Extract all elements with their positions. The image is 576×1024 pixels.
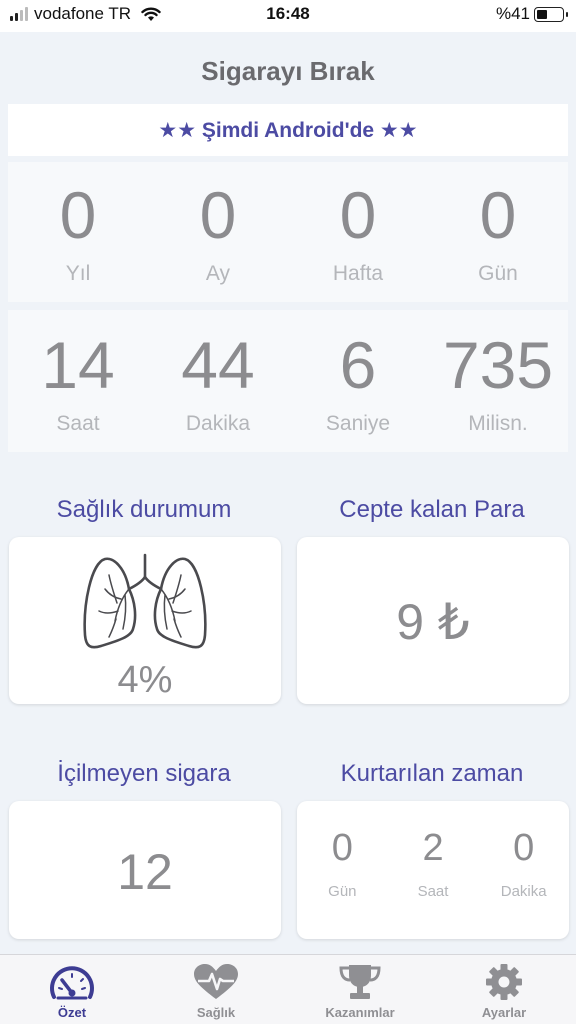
- counter-years: 0 Yıl: [8, 162, 148, 302]
- tab-bar: Özet Sağlık Kazanımlar Ayarlar: [0, 954, 576, 1024]
- counter-label: Ay: [205, 262, 231, 285]
- money-title: Cepte kalan Para: [339, 496, 525, 523]
- counter-label: Yıl: [65, 262, 91, 285]
- health-percent: 4%: [117, 659, 173, 701]
- counter-value: 0: [339, 178, 377, 252]
- counter-label: Hafta: [332, 262, 384, 285]
- trophy-icon: [339, 965, 381, 999]
- tab-label: Sağlık: [196, 1005, 236, 1020]
- saved-value: 0: [513, 827, 535, 869]
- saved-label: Dakika: [500, 883, 547, 900]
- saved-time-title: Kurtarılan zaman: [340, 760, 524, 787]
- saved-time-card[interactable]: 0 Gün 2 Saat 0 Dakika: [297, 801, 569, 939]
- battery-percent: %41: [495, 4, 530, 23]
- battery-icon: [534, 6, 568, 22]
- cigarettes-title: İçilmeyen sigara: [57, 760, 231, 787]
- counter-label: Saniye: [325, 412, 391, 435]
- counter-label: Saat: [56, 412, 100, 435]
- saved-minutes: 0 Dakika: [478, 829, 569, 900]
- heart-pulse-icon: [194, 964, 238, 999]
- speedometer-icon: [50, 966, 94, 1000]
- counter-days: 0 Gün: [428, 162, 568, 302]
- counter-value: 44: [181, 328, 255, 402]
- counter-value: 0: [199, 178, 237, 252]
- gear-icon: [486, 964, 522, 1000]
- tab-label: Özet: [57, 1005, 87, 1020]
- tab-achievements[interactable]: Kazanımlar: [288, 955, 432, 1024]
- health-card[interactable]: 4%: [9, 537, 281, 704]
- elapsed-counter-top: 0 Yıl 0 Ay 0 Hafta 0 Gün: [8, 162, 568, 302]
- status-bar: vodafone TR 16:48 %41: [0, 0, 576, 32]
- saved-label: Gün: [328, 883, 357, 900]
- cigarettes-card[interactable]: 12: [9, 801, 281, 939]
- health-title: Sağlık durumum: [56, 496, 232, 523]
- counter-label: Milisn.: [468, 412, 528, 435]
- counter-weeks: 0 Hafta: [288, 162, 428, 302]
- counter-value: 6: [339, 328, 377, 402]
- counter-value: 0: [479, 178, 517, 252]
- page-title: Sigarayı Bırak: [201, 56, 375, 86]
- promo-text: ★★ Şimdi Android'de ★★: [158, 118, 418, 142]
- counter-label: Gün: [478, 262, 518, 285]
- cigarettes-value: 12: [117, 844, 173, 900]
- money-card[interactable]: 9 ₺: [297, 537, 569, 704]
- tab-settings[interactable]: Ayarlar: [432, 955, 576, 1024]
- counter-months: 0 Ay: [148, 162, 288, 302]
- counter-value: 0: [59, 178, 97, 252]
- saved-days: 0 Gün: [297, 829, 388, 900]
- clock: 16:48: [266, 4, 310, 23]
- saved-value: 2: [422, 827, 444, 869]
- saved-value: 0: [331, 827, 353, 869]
- counter-minutes: 44 Dakika: [148, 310, 288, 452]
- tab-health[interactable]: Sağlık: [144, 955, 288, 1024]
- tab-label: Kazanımlar: [325, 1005, 395, 1020]
- counter-seconds: 6 Saniye: [288, 310, 428, 452]
- counter-value: 14: [41, 328, 115, 402]
- tab-summary[interactable]: Özet: [0, 955, 144, 1024]
- money-value: 9 ₺: [396, 594, 470, 650]
- saved-hours: 2 Saat: [388, 829, 479, 900]
- saved-label: Saat: [417, 883, 449, 900]
- lungs-icon: [83, 553, 207, 649]
- tab-label: Ayarlar: [481, 1005, 527, 1020]
- counter-milliseconds: 735 Milisn.: [428, 310, 568, 452]
- android-promo-banner[interactable]: ★★ Şimdi Android'de ★★: [8, 104, 568, 156]
- counter-value: 735: [442, 328, 554, 402]
- elapsed-counter-bottom: 14 Saat 44 Dakika 6 Saniye 735 Milisn.: [8, 310, 568, 452]
- nav-header: Sigarayı Bırak: [0, 32, 576, 98]
- counter-label: Dakika: [185, 412, 251, 435]
- counter-hours: 14 Saat: [8, 310, 148, 452]
